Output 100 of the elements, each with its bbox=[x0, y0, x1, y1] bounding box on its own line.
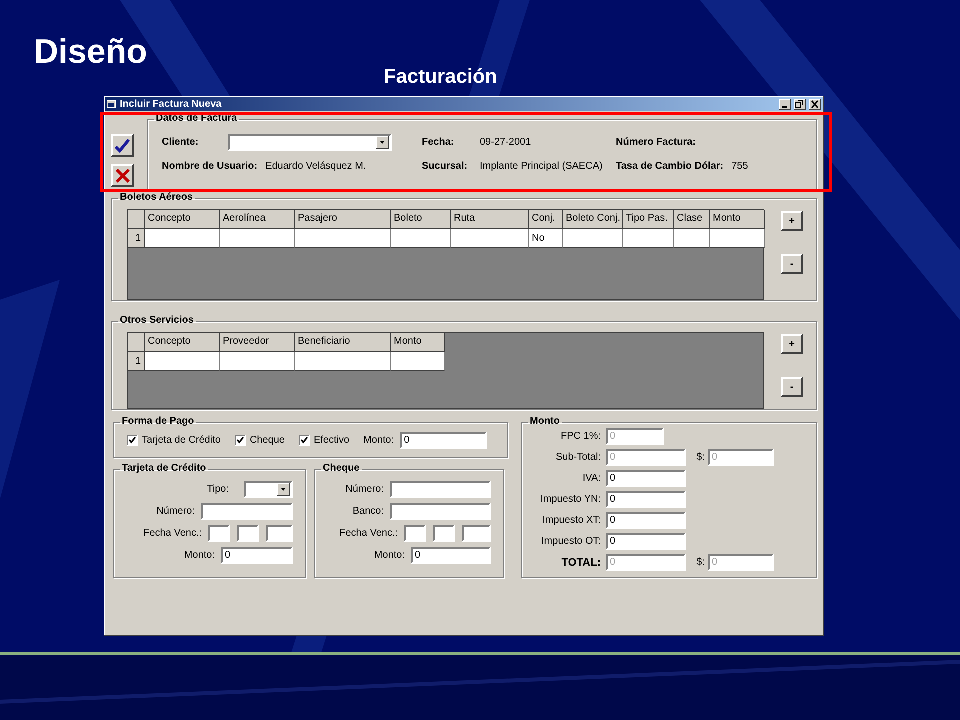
field-label: Cliente: bbox=[162, 137, 200, 148]
field-label: Fecha Venc.: bbox=[340, 528, 398, 539]
input-field[interactable]: 0 bbox=[606, 491, 686, 508]
column-header: Proveedor bbox=[220, 333, 295, 352]
column-header: Boleto Conj. bbox=[563, 210, 623, 229]
grid-corner bbox=[128, 333, 145, 352]
field-label: Impuesto XT: bbox=[542, 515, 602, 526]
app-icon bbox=[107, 100, 117, 108]
row-number: 1 bbox=[128, 352, 145, 371]
table-cell[interactable]: No bbox=[529, 229, 563, 248]
checkbox[interactable] bbox=[298, 435, 310, 446]
input-field[interactable] bbox=[390, 481, 491, 498]
field-label: Impuesto OT: bbox=[540, 536, 602, 547]
checkbox-label: Cheque bbox=[250, 435, 285, 446]
table-cell[interactable] bbox=[710, 229, 765, 248]
slide-subtitle: Facturación bbox=[384, 66, 498, 88]
field-label: IVA: bbox=[582, 473, 602, 484]
caret-icon[interactable] bbox=[376, 136, 389, 149]
tipo-dropdown[interactable] bbox=[244, 481, 293, 498]
field-label: $: bbox=[696, 557, 706, 568]
field-label: Impuesto YN: bbox=[540, 494, 602, 505]
field-label: Número Factura: bbox=[616, 137, 696, 148]
field-label: Nombre de Usuario: bbox=[162, 161, 258, 172]
data-grid[interactable]: Concepto Proveedor Beneficiario Monto 1 bbox=[127, 332, 764, 409]
table-cell[interactable] bbox=[295, 229, 391, 248]
table-cell[interactable] bbox=[145, 352, 220, 371]
table-cell[interactable] bbox=[220, 352, 295, 371]
field-label: Fecha: bbox=[422, 137, 456, 148]
table-cell[interactable] bbox=[451, 229, 529, 248]
column-header: Monto bbox=[710, 210, 765, 229]
input-field[interactable] bbox=[201, 503, 293, 520]
checkbox[interactable] bbox=[127, 435, 138, 446]
field-label: TOTAL: bbox=[560, 556, 602, 568]
input-field[interactable]: 0 bbox=[400, 432, 488, 449]
field-value: 09-27-2001 bbox=[480, 137, 532, 148]
checkbox-label: Efectivo bbox=[314, 435, 350, 446]
field-label: FPC 1%: bbox=[560, 431, 602, 442]
column-header: Tipo Pas. bbox=[623, 210, 674, 229]
close-icon bbox=[116, 168, 130, 182]
table-cell[interactable] bbox=[563, 229, 623, 248]
group-title: Monto bbox=[529, 416, 561, 428]
table-cell[interactable] bbox=[623, 229, 674, 248]
input-field[interactable] bbox=[237, 525, 259, 542]
check-icon bbox=[115, 138, 130, 152]
field-label: Monto: bbox=[374, 550, 405, 561]
field-label: Banco: bbox=[352, 506, 384, 517]
table-cell[interactable] bbox=[145, 229, 220, 248]
table-cell[interactable] bbox=[391, 352, 445, 371]
cliente-dropdown[interactable] bbox=[228, 134, 392, 151]
input-field[interactable]: 0 bbox=[606, 470, 686, 487]
column-header: Beneficiario bbox=[295, 333, 391, 352]
field-label: Monto: bbox=[364, 435, 394, 446]
group-title: Otros Servicios bbox=[119, 315, 195, 327]
row-number: 1 bbox=[128, 229, 145, 248]
add-row-button[interactable]: + bbox=[781, 334, 803, 354]
table-cell[interactable] bbox=[391, 229, 451, 248]
column-header: Boleto bbox=[391, 210, 451, 229]
remove-row-button[interactable]: - bbox=[781, 254, 803, 274]
input-field[interactable]: 0 bbox=[606, 512, 686, 529]
table-cell[interactable] bbox=[220, 229, 295, 248]
column-header: Concepto bbox=[145, 333, 220, 352]
data-grid[interactable]: Concepto Aerolínea Pasajero Boleto Ruta Conj. Boleto Conj. Tipo Pas. Clase Monto 1 No bbox=[127, 209, 764, 300]
slide-title: Diseño bbox=[34, 32, 148, 72]
group-title: Boletos Aéreos bbox=[119, 192, 194, 204]
field-label: Tasa de Cambio Dólar: bbox=[616, 161, 724, 172]
add-row-button[interactable]: + bbox=[781, 211, 803, 231]
field-label: Fecha Venc.: bbox=[144, 528, 202, 539]
column-header: Ruta bbox=[451, 210, 529, 229]
table-cell[interactable] bbox=[295, 352, 391, 371]
checkbox[interactable] bbox=[234, 435, 246, 446]
column-header: Monto bbox=[391, 333, 445, 352]
input-field[interactable] bbox=[390, 503, 491, 520]
minimize-icon[interactable] bbox=[779, 98, 791, 110]
cancel-button[interactable] bbox=[111, 164, 134, 187]
input-field[interactable]: 0 bbox=[221, 547, 293, 564]
field-value: 755 bbox=[732, 161, 748, 172]
field-label: Monto: bbox=[184, 550, 215, 561]
caret-icon[interactable] bbox=[277, 483, 290, 496]
input-field[interactable]: 0 bbox=[606, 533, 686, 550]
accept-button[interactable] bbox=[111, 134, 134, 157]
column-header: Concepto bbox=[145, 210, 220, 229]
input-field[interactable] bbox=[404, 525, 426, 542]
field-label: $: bbox=[696, 452, 706, 463]
column-header: Conj. bbox=[529, 210, 563, 229]
remove-row-button[interactable]: - bbox=[781, 377, 803, 397]
input-field[interactable] bbox=[208, 525, 230, 542]
input-field[interactable] bbox=[462, 525, 491, 542]
input-field[interactable] bbox=[266, 525, 293, 542]
field-value: Eduardo Velásquez M. bbox=[266, 161, 366, 172]
close-icon[interactable] bbox=[809, 98, 821, 110]
window-title: Incluir Factura Nueva bbox=[120, 98, 223, 110]
input-field[interactable]: 0 bbox=[411, 547, 491, 564]
field-label: Número: bbox=[346, 484, 384, 495]
group-title: Cheque bbox=[322, 463, 361, 475]
grid-corner bbox=[128, 210, 145, 229]
input-field[interactable] bbox=[433, 525, 455, 542]
restore-icon[interactable] bbox=[794, 98, 806, 110]
table-cell[interactable] bbox=[674, 229, 710, 248]
group-title: Forma de Pago bbox=[121, 416, 196, 428]
checkbox-label: Tarjeta de Crédito bbox=[142, 435, 221, 446]
